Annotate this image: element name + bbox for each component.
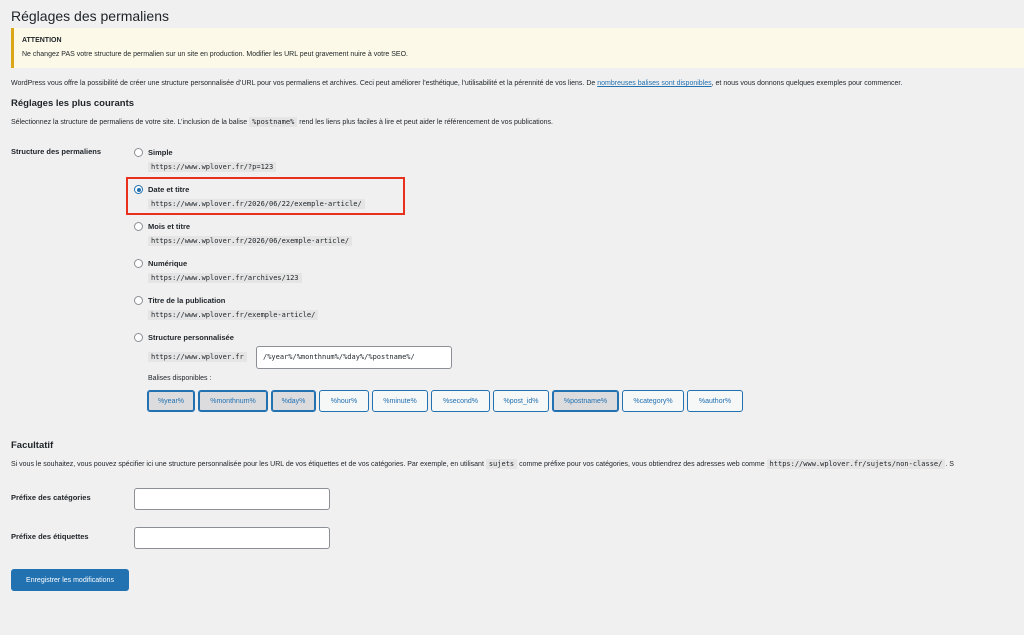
notice-title: ATTENTION <box>22 37 62 44</box>
example-category-url-code: https://www.wplover.fr/sujets/non-classe… <box>766 459 946 469</box>
tag-hour-button[interactable]: %hour% <box>319 390 369 412</box>
example-url-numeric: https://www.wplover.fr/archives/123 <box>148 273 302 283</box>
category-prefix-input[interactable] <box>134 488 330 510</box>
warning-notice: ATTENTION Ne changez PAS votre structure… <box>11 28 1024 68</box>
category-prefix-label: Préfixe des catégories <box>11 493 91 502</box>
available-tags: %year% %monthnum% %day% %hour% %minute% … <box>147 390 743 412</box>
option-label-numeric: Numérique <box>148 259 188 268</box>
available-tags-label: Balises disponibles : <box>148 375 212 382</box>
tag-prefix-input[interactable] <box>134 527 330 549</box>
tag-second-button[interactable]: %second% <box>431 390 490 412</box>
tag-year-button[interactable]: %year% <box>147 390 195 412</box>
option-label-post-name: Titre de la publication <box>148 296 226 305</box>
intro-text-start: WordPress vous offre la possibilité de c… <box>11 80 598 87</box>
tag-postname-button[interactable]: %postname% <box>552 390 619 412</box>
example-url-post-name: https://www.wplover.fr/exemple-article/ <box>148 310 319 320</box>
tag-author-button[interactable]: %author% <box>687 390 743 412</box>
tags-doc-link[interactable]: nombreuses balises sont disponibles <box>597 80 711 87</box>
custom-structure-input[interactable]: /%year%/%monthnum%/%day%/%postname%/ <box>256 346 452 369</box>
radio-post-name[interactable] <box>134 296 143 305</box>
tag-monthnum-button[interactable]: %monthnum% <box>198 390 268 412</box>
radio-simple[interactable] <box>134 148 143 157</box>
notice-message: Ne changez PAS votre structure de permal… <box>22 51 408 58</box>
sujets-code: sujets <box>485 459 518 469</box>
optional-heading: Facultatif <box>11 440 54 451</box>
option-label-month-title: Mois et titre <box>148 222 191 231</box>
custom-structure-value: /%year%/%monthnum%/%day%/%postname%/ <box>263 353 415 361</box>
save-changes-button[interactable]: Enregistrer les modifications <box>11 569 129 591</box>
radio-numeric[interactable] <box>134 259 143 268</box>
example-url-simple: https://www.wplover.fr/?p=123 <box>148 162 277 172</box>
common-desc-end: rend les liens plus faciles à lire et pe… <box>297 119 553 126</box>
tag-prefix-label: Préfixe des étiquettes <box>11 532 89 541</box>
common-settings-description: Sélectionnez la structure de permaliens … <box>11 117 553 127</box>
custom-base-url: https://www.wplover.fr <box>148 352 247 362</box>
intro-text-end: , et nous vous donnons quelques exemples… <box>711 80 903 87</box>
tag-category-button[interactable]: %category% <box>622 390 684 412</box>
optional-desc-start: Si vous le souhaitez, vous pouvez spécif… <box>11 461 486 468</box>
tag-post-id-button[interactable]: %post_id% <box>493 390 549 412</box>
optional-desc-middle: comme préfixe pour vos catégories, vous … <box>517 461 767 468</box>
selected-option-highlight <box>126 177 405 215</box>
tag-day-button[interactable]: %day% <box>271 390 316 412</box>
optional-description: Si vous le souhaitez, vous pouvez spécif… <box>11 459 954 469</box>
page-title: Réglages des permaliens <box>11 8 169 24</box>
tag-minute-button[interactable]: %minute% <box>372 390 428 412</box>
radio-month-title[interactable] <box>134 222 143 231</box>
common-settings-heading: Réglages les plus courants <box>11 98 135 109</box>
postname-code: %postname% <box>249 117 298 127</box>
example-url-month-title: https://www.wplover.fr/2026/06/exemple-a… <box>148 236 353 246</box>
option-label-custom: Structure personnalisée <box>148 333 234 342</box>
option-label-simple: Simple <box>148 148 173 157</box>
radio-custom[interactable] <box>134 333 143 342</box>
structure-label: Structure des permaliens <box>11 147 102 156</box>
optional-desc-end: . S <box>945 461 954 468</box>
common-desc-start: Sélectionnez la structure de permaliens … <box>11 119 250 126</box>
intro-text: WordPress vous offre la possibilité de c… <box>11 80 902 87</box>
